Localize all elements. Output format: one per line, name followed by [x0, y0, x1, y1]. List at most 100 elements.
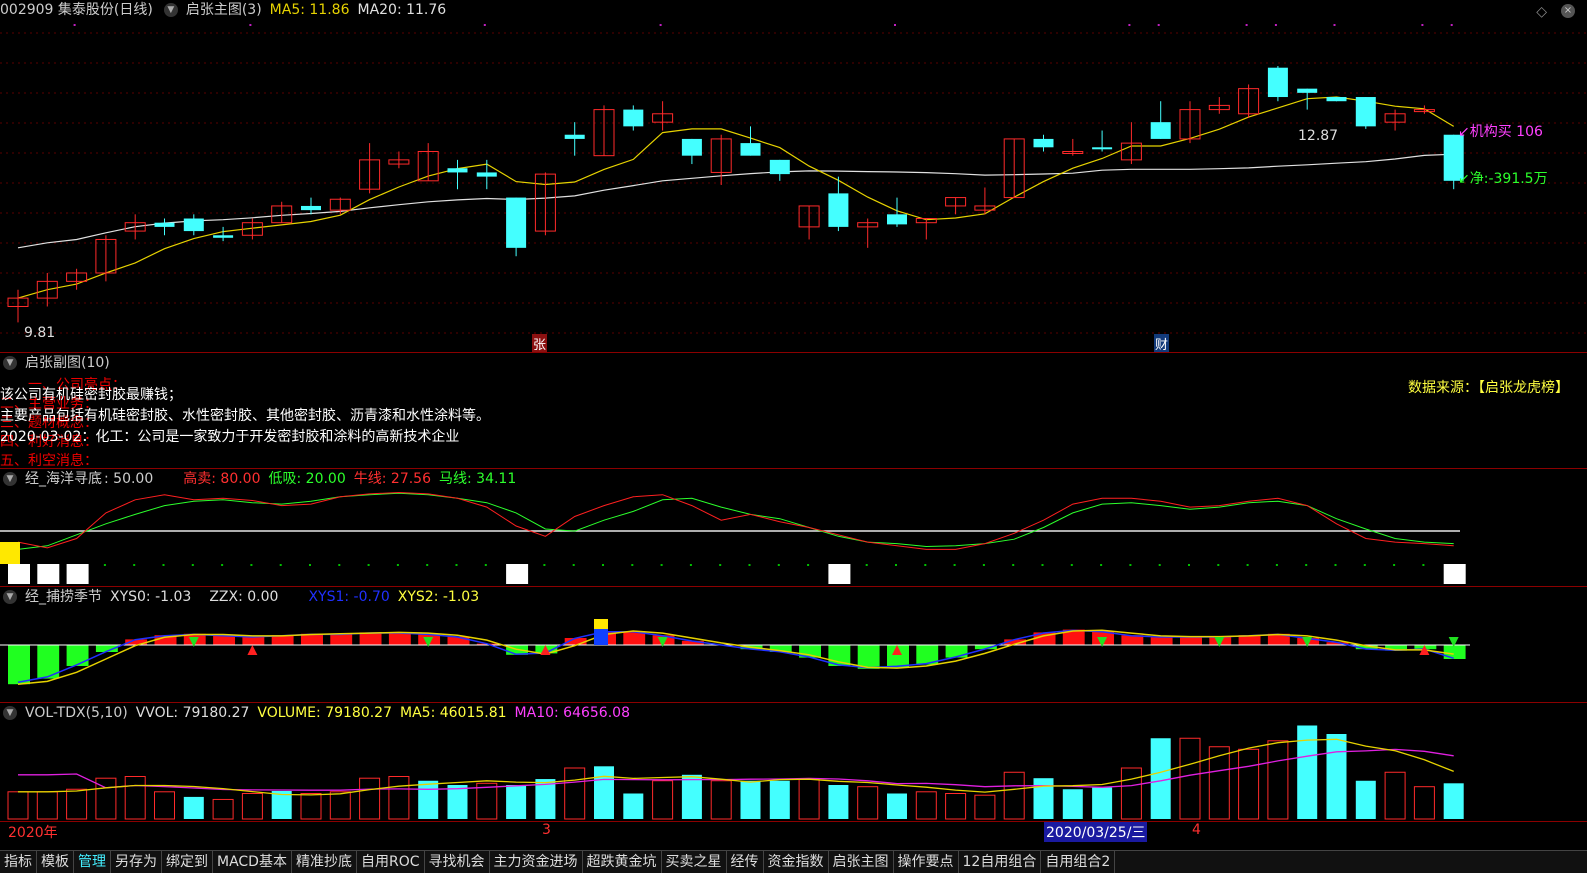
candle-body [154, 222, 175, 227]
tab-14[interactable]: 启张主图 [829, 851, 894, 873]
season-panel[interactable]: ▼ 经_捕捞季节 XYS0: -1.03 ZZX: 0.00 XYS1: -0.70 XY… [0, 587, 1587, 703]
oscillator-panel[interactable]: ▼ 经_海洋寻底: 50.00 高卖: 80.00 低吸: 20.00 牛线: 27.5… [0, 469, 1587, 587]
main-chart-panel[interactable]: 002909 集泰股份(日线) ▼ 启张主图(3) MA5: 11.86 MA20: 1… [0, 0, 1587, 353]
volume-bar [1092, 787, 1113, 819]
signal-dot [1421, 24, 1424, 26]
tab-6[interactable]: 精准抄底 [292, 851, 357, 873]
baseline-dot [807, 564, 810, 566]
signal-box [506, 564, 529, 584]
baseline-dot [162, 564, 165, 566]
volume-bar [1003, 771, 1025, 820]
histogram-bar [1180, 636, 1202, 645]
volume-bar [974, 794, 996, 820]
candle-body [1297, 88, 1318, 93]
tab-1[interactable]: 模板 [37, 851, 74, 873]
baseline-dot [895, 564, 897, 566]
collapse-icon[interactable]: ▼ [3, 356, 17, 370]
volume-bar [124, 776, 146, 820]
baseline-dot [221, 564, 224, 566]
tab-16[interactable]: 12自用组合 [959, 851, 1042, 873]
ghost-heading-5: 五、利空消息： [0, 453, 98, 469]
baseline-dot [1246, 564, 1249, 566]
tab-10[interactable]: 超跌黄金坑 [583, 851, 662, 873]
volume-bar [7, 791, 29, 820]
tab-5[interactable]: MACD基本 [213, 851, 292, 873]
signal-dot [894, 24, 896, 26]
volume-bar [1413, 786, 1435, 820]
close-icon[interactable]: × [1561, 4, 1575, 18]
tab-2[interactable]: 管理 [74, 851, 111, 873]
baseline-dot [1305, 564, 1308, 566]
candlestick-chart[interactable] [0, 0, 1587, 352]
bull-line: 牛线: 27.56 [353, 471, 431, 487]
diamond-icon[interactable]: ◇ [1536, 4, 1547, 20]
baseline-dot [367, 564, 370, 566]
volume-bar [183, 796, 204, 819]
stock-title: 002909 集泰股份(日线) [0, 2, 153, 18]
baseline-dot [1275, 564, 1278, 566]
tab-9[interactable]: 主力资金进场 [490, 851, 583, 873]
volume-bar [300, 793, 322, 820]
histogram-gap [352, 633, 356, 645]
volume-bar [506, 785, 527, 819]
baseline-dot [1217, 564, 1220, 566]
ma5-value: MA5: 11.86 [269, 2, 350, 18]
baseline-dot [1393, 564, 1396, 566]
signal-box [1443, 564, 1466, 584]
date-april: 4 [1192, 822, 1201, 838]
tab-17[interactable]: 自用组合2 [1041, 851, 1116, 873]
buy-level: 低吸: 20.00 [268, 471, 346, 487]
baseline-dot [543, 564, 546, 566]
tab-15[interactable]: 操作要点 [894, 851, 959, 873]
baseline-dot [1070, 564, 1073, 566]
volume-bar [564, 767, 586, 820]
tab-7[interactable]: 自用ROC [357, 851, 425, 873]
histogram-gap [1202, 636, 1205, 645]
tab-12[interactable]: 经传 [727, 851, 764, 873]
info-panel: ▼ 启张副图(10) 一、公司亮点： 二、主营业务： 三、题材概念： 四、利好消息… [0, 353, 1587, 469]
signal-box [66, 564, 89, 584]
volume-panel[interactable]: ▼ VOL-TDX(5,10) VVOL: 79180.27 VOLUME: 7918… [0, 703, 1587, 822]
net-flow-label: ↙净:-391.5万 [1458, 171, 1548, 187]
candle-body [769, 159, 790, 175]
season-title[interactable]: 经_捕捞季节 [25, 589, 102, 605]
collapse-icon[interactable]: ▼ [163, 3, 178, 17]
signal-block [594, 629, 608, 645]
volume-bar [447, 785, 468, 819]
volume-bar [652, 780, 674, 820]
oscillator-value: : 50.00 [104, 471, 154, 487]
histogram-gap [1436, 645, 1440, 650]
histogram-gap [938, 645, 942, 665]
tab-0[interactable]: 指标 [0, 851, 37, 873]
tab-4[interactable]: 绑定到 [162, 851, 213, 873]
info-panel-title[interactable]: 启张副图(10) [25, 355, 110, 371]
info-line-1: 该公司有机硅密封胶最赚钱； [0, 387, 182, 403]
tab-3[interactable]: 另存为 [111, 851, 162, 873]
signal-box [8, 564, 30, 584]
oscillator-title[interactable]: 经_海洋寻底 [25, 471, 102, 487]
volume-bar [623, 793, 644, 819]
candle-body [887, 214, 907, 225]
histogram-bar [388, 632, 411, 645]
collapse-icon[interactable]: ▼ [3, 590, 17, 604]
baseline-dot [953, 564, 956, 566]
candle-body [506, 197, 527, 248]
signal-dot [659, 24, 662, 26]
tab-11[interactable]: 买卖之星 [662, 851, 727, 873]
tab-13[interactable]: 资金指数 [764, 851, 829, 873]
volume-bar [329, 791, 351, 820]
baseline-dot [777, 564, 780, 566]
volume-bar [769, 780, 790, 819]
candle-body [1092, 147, 1113, 150]
horse-line: 马线: 34.11 [439, 471, 517, 487]
xys1-value: XYS1: -0.70 [308, 589, 390, 605]
histogram-gap [293, 635, 297, 645]
tab-8[interactable]: 寻找机会 [425, 851, 490, 873]
collapse-icon[interactable]: ▼ [3, 706, 17, 720]
main-indicator-name[interactable]: 启张主图(3) [186, 2, 262, 18]
volume-title[interactable]: VOL-TDX(5,10) [25, 705, 128, 721]
histogram-gap [1260, 635, 1264, 645]
candle-body [623, 109, 644, 127]
collapse-icon[interactable]: ▼ [3, 472, 17, 486]
volume-bar [241, 793, 263, 820]
